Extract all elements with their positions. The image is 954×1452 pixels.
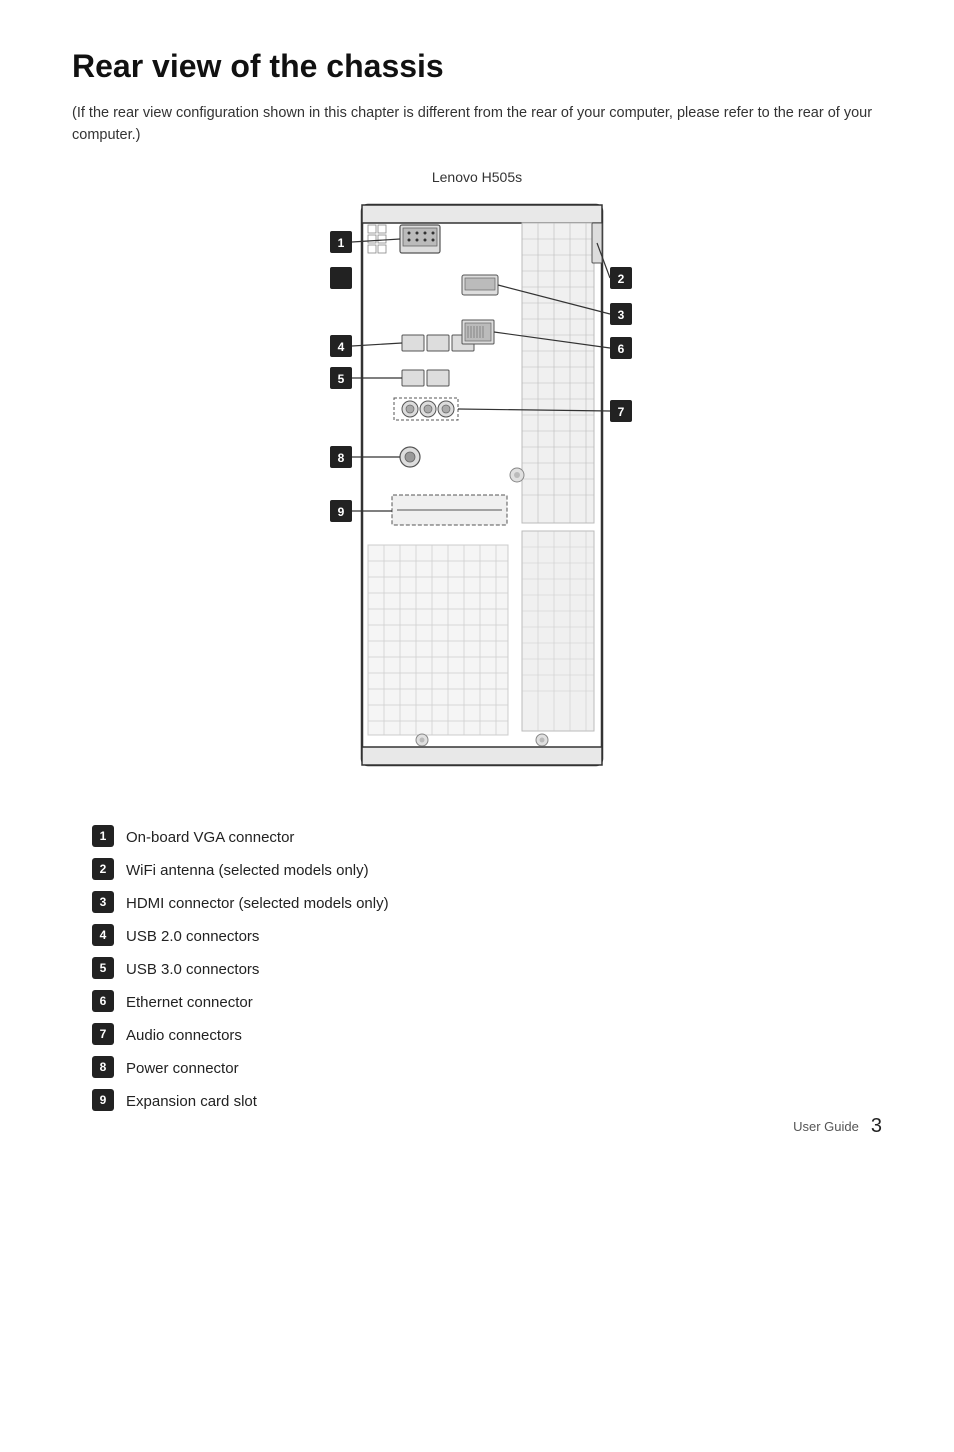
legend-item-2: 2 WiFi antenna (selected models only)	[92, 858, 882, 881]
legend-list: 1 On-board VGA connector 2 WiFi antenna …	[92, 825, 882, 1112]
intro-text: (If the rear view configuration shown in…	[72, 103, 882, 147]
svg-text:2: 2	[618, 272, 625, 286]
legend-text-4: USB 2.0 connectors	[126, 924, 259, 947]
svg-text:4: 4	[338, 340, 345, 354]
footer-page: 3	[871, 1115, 882, 1138]
svg-text:8: 8	[338, 451, 345, 465]
svg-text:9: 9	[338, 505, 345, 519]
legend-text-9: Expansion card slot	[126, 1089, 257, 1112]
legend-item-3: 3 HDMI connector (selected models only)	[92, 891, 882, 914]
legend-item-8: 8 Power connector	[92, 1056, 882, 1079]
legend-item-1: 1 On-board VGA connector	[92, 825, 882, 848]
legend-text-6: Ethernet connector	[126, 990, 253, 1013]
legend-badge-1: 1	[92, 825, 114, 847]
legend-badge-7: 7	[92, 1023, 114, 1045]
legend-badge-5: 5	[92, 957, 114, 979]
footer-label: User Guide	[793, 1119, 859, 1134]
chassis-diagram: 1 2 3	[262, 195, 692, 795]
legend-item-6: 6 Ethernet connector	[92, 990, 882, 1013]
legend-badge-3: 3	[92, 891, 114, 913]
svg-text:6: 6	[618, 342, 625, 356]
legend-item-4: 4 USB 2.0 connectors	[92, 924, 882, 947]
diagram-section: Lenovo H505s	[72, 169, 882, 795]
svg-text:7: 7	[618, 405, 625, 419]
legend-text-3: HDMI connector (selected models only)	[126, 891, 389, 914]
legend-badge-8: 8	[92, 1056, 114, 1078]
svg-text:5: 5	[338, 372, 345, 386]
legend-badge-6: 6	[92, 990, 114, 1012]
legend-text-2: WiFi antenna (selected models only)	[126, 858, 369, 881]
svg-text:1: 1	[338, 236, 345, 250]
chassis-svg: 1 2 3	[262, 195, 692, 795]
legend-badge-2: 2	[92, 858, 114, 880]
page-container: Rear view of the chassis (If the rear vi…	[0, 0, 954, 1170]
diagram-title: Lenovo H505s	[432, 169, 522, 185]
page-title: Rear view of the chassis	[72, 48, 882, 85]
svg-text:3: 3	[618, 308, 625, 322]
legend-text-1: On-board VGA connector	[126, 825, 294, 848]
legend-item-9: 9 Expansion card slot	[92, 1089, 882, 1112]
legend-badge-9: 9	[92, 1089, 114, 1111]
legend-badge-4: 4	[92, 924, 114, 946]
legend-text-8: Power connector	[126, 1056, 239, 1079]
footer: User Guide 3	[793, 1115, 882, 1138]
legend-text-5: USB 3.0 connectors	[126, 957, 259, 980]
legend-text-7: Audio connectors	[126, 1023, 242, 1046]
legend-item-7: 7 Audio connectors	[92, 1023, 882, 1046]
legend-item-5: 5 USB 3.0 connectors	[92, 957, 882, 980]
